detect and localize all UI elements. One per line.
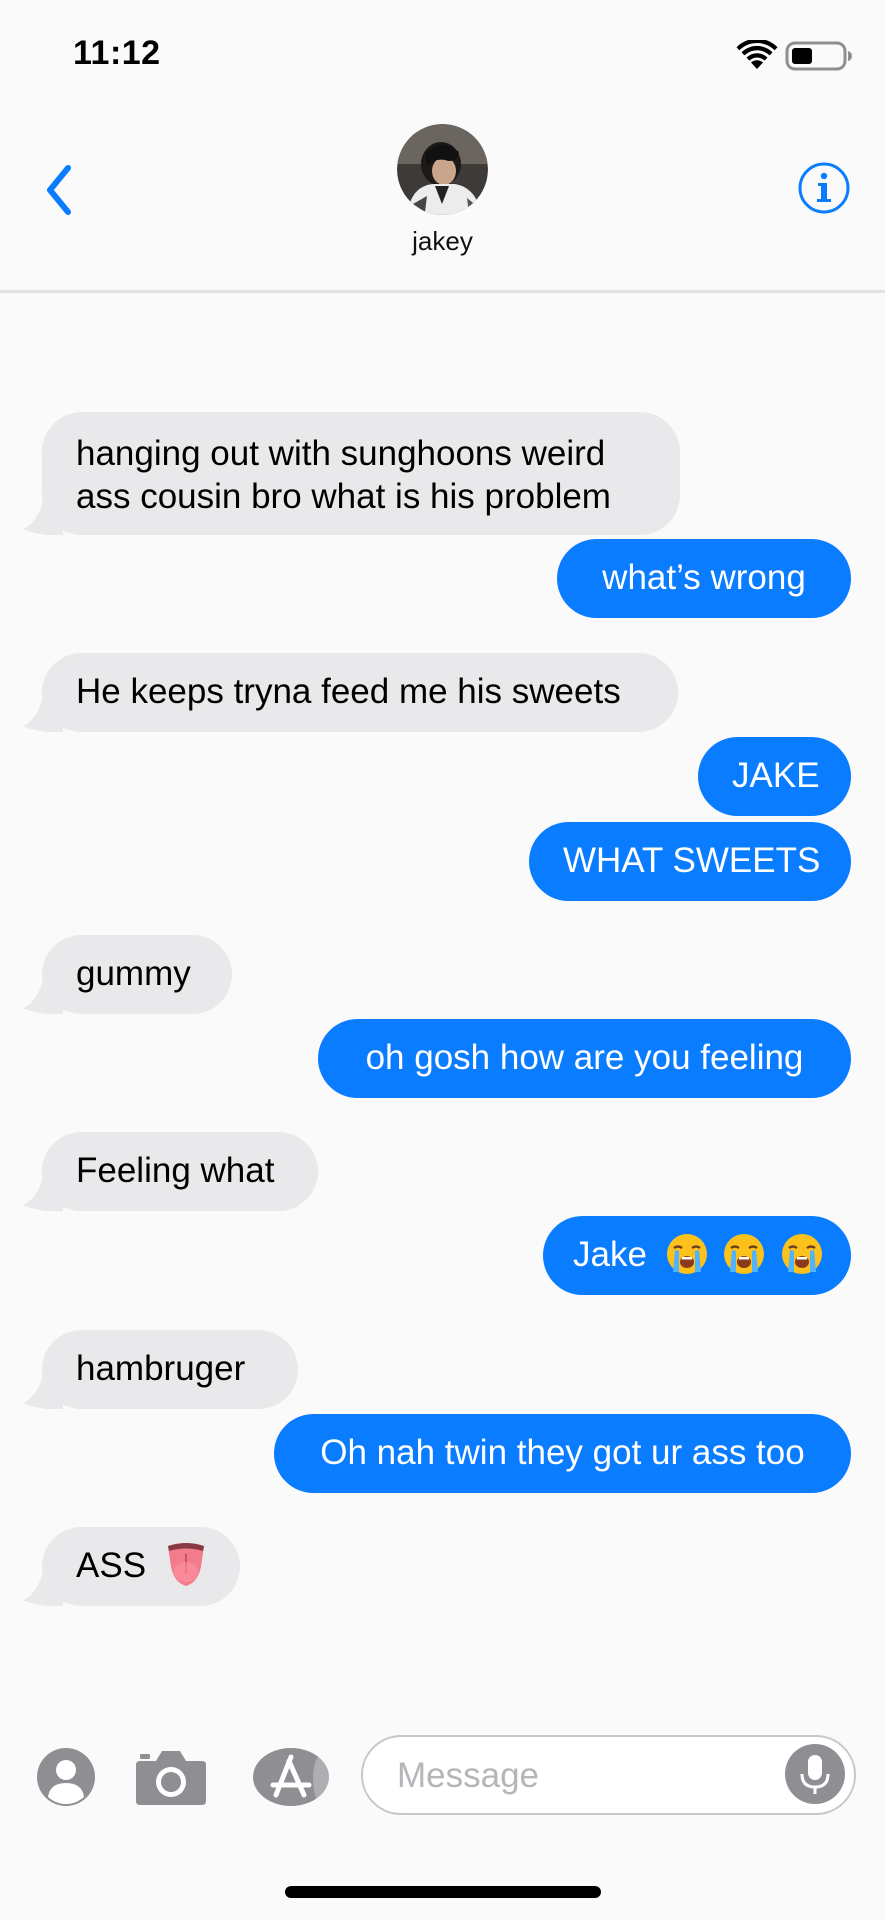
message-bubble-incoming[interactable]: hambruger xyxy=(23,1330,298,1409)
bubble-tail xyxy=(23,980,63,1014)
battery-icon xyxy=(785,41,852,71)
message-text: what’s wrong xyxy=(602,558,806,597)
wifi-icon xyxy=(736,40,778,69)
bubble-tail xyxy=(23,698,63,732)
chevron-left-icon[interactable] xyxy=(38,158,82,222)
loudly-crying-face-icon xyxy=(724,1233,765,1274)
message-bubble-incoming[interactable]: gummy xyxy=(23,935,232,1014)
message-text: oh gosh how are you feeling xyxy=(365,1038,804,1077)
message-bubble-incoming[interactable]: He keeps tryna feed me his sweets xyxy=(23,653,678,732)
message-text: gummy xyxy=(76,954,191,993)
message-field[interactable] xyxy=(361,1735,856,1815)
info-circle-icon[interactable] xyxy=(796,160,852,216)
message-text: Feeling what xyxy=(76,1151,275,1190)
conversation-header: jakey xyxy=(0,110,885,293)
message-text: Oh nah twin they got ur ass too xyxy=(320,1433,805,1472)
face-with-tongue-icon xyxy=(167,1542,204,1586)
app-store-icon[interactable] xyxy=(251,1747,331,1807)
message-bubble-incoming[interactable]: ASS xyxy=(23,1527,240,1606)
message-bubble-outgoing[interactable]: what’s wrong xyxy=(557,539,851,618)
input-bar xyxy=(0,1715,885,1835)
bubble-tail xyxy=(23,1375,63,1409)
camera-icon[interactable] xyxy=(134,1747,208,1807)
microphone-icon[interactable] xyxy=(784,1743,846,1805)
contact-name[interactable]: jakey xyxy=(0,226,885,257)
message-bubble-outgoing[interactable]: oh gosh how are you feeling xyxy=(318,1019,851,1098)
bubble-tail xyxy=(23,501,63,535)
avatar[interactable] xyxy=(397,124,488,215)
message-text: He keeps tryna feed me his sweets xyxy=(76,672,621,711)
message-text: ASS xyxy=(76,1546,147,1585)
message-bubble-outgoing[interactable]: Oh nah twin they got ur ass too xyxy=(274,1414,851,1493)
message-bubble-outgoing[interactable]: WHAT SWEETS xyxy=(529,822,851,901)
message-bubble-incoming[interactable]: Feeling what xyxy=(23,1132,318,1211)
status-bar: 11:12 xyxy=(0,0,885,110)
status-time: 11:12 xyxy=(73,34,161,72)
message-text: hambruger xyxy=(76,1349,246,1388)
loudly-crying-face-icon xyxy=(666,1233,707,1274)
home-indicator[interactable] xyxy=(285,1886,601,1898)
bubble-tail xyxy=(23,1572,63,1606)
message-input[interactable] xyxy=(395,1737,759,1815)
message-text: hanging out with sunghoons weird ass cou… xyxy=(76,434,611,516)
message-text: WHAT SWEETS xyxy=(563,841,821,880)
message-bubble-incoming[interactable]: hanging out with sunghoons weird ass cou… xyxy=(23,412,680,535)
contact-icon[interactable] xyxy=(36,1747,96,1807)
message-text: Jake xyxy=(573,1235,647,1274)
loudly-crying-face-icon xyxy=(782,1233,823,1274)
bubble-tail xyxy=(23,1177,63,1211)
message-text: JAKE xyxy=(732,756,820,795)
message-bubble-outgoing[interactable]: Jake xyxy=(543,1216,851,1295)
message-bubble-outgoing[interactable]: JAKE xyxy=(698,737,851,816)
